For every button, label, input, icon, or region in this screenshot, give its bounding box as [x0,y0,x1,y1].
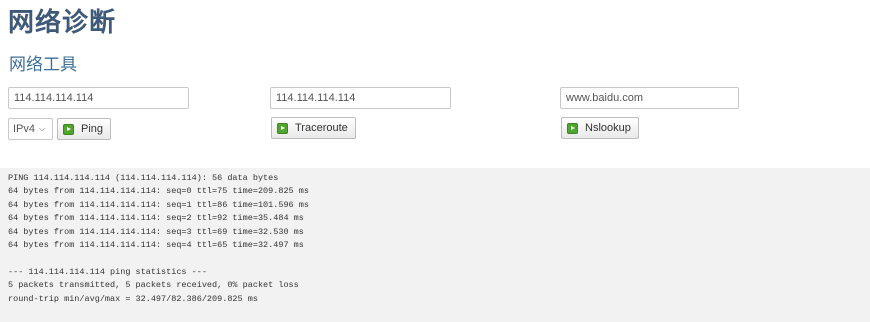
output-line: PING 114.114.114.114 (114.114.114.114): … [8,173,279,183]
ip-version-value: IPv4 [13,123,36,135]
traceroute-host-input[interactable] [270,87,451,109]
output-line: 5 packets transmitted, 5 packets receive… [8,280,299,291]
play-icon [567,122,578,134]
nslookup-host-input[interactable] [560,87,739,109]
output-line: 64 bytes from 114.114.114.114: seq=1 ttl… [8,199,309,210]
nslookup-button[interactable]: Nslookup [561,117,639,139]
traceroute-button[interactable]: Traceroute [271,117,356,139]
output-line: --- 114.114.114.114 ping statistics --- [8,266,207,277]
page-title: 网络诊断 [8,8,117,38]
output-line: round-trip min/avg/max = 32.497/82.386/2… [8,293,258,304]
play-icon [63,123,74,135]
command-output: PING 114.114.114.114 (114.114.114.114): … [0,168,870,322]
play-icon [277,122,288,134]
output-line: 64 bytes from 114.114.114.114: seq=2 ttl… [8,213,304,224]
nslookup-button-label: Nslookup [585,122,631,134]
ping-button-label: Ping [81,123,104,135]
output-line: 64 bytes from 114.114.114.114: seq=3 ttl… [8,226,304,237]
output-line: 64 bytes from 114.114.114.114: seq=0 ttl… [8,186,309,197]
output-line: 64 bytes from 114.114.114.114: seq=4 ttl… [8,240,304,251]
section-title: 网络工具 [9,55,77,75]
ip-version-select[interactable]: IPv4 ⌵ [8,118,53,140]
ping-button[interactable]: Ping [57,118,112,140]
ping-host-input[interactable] [8,87,189,109]
traceroute-button-label: Traceroute [295,122,348,134]
chevron-down-icon: ⌵ [39,124,46,133]
